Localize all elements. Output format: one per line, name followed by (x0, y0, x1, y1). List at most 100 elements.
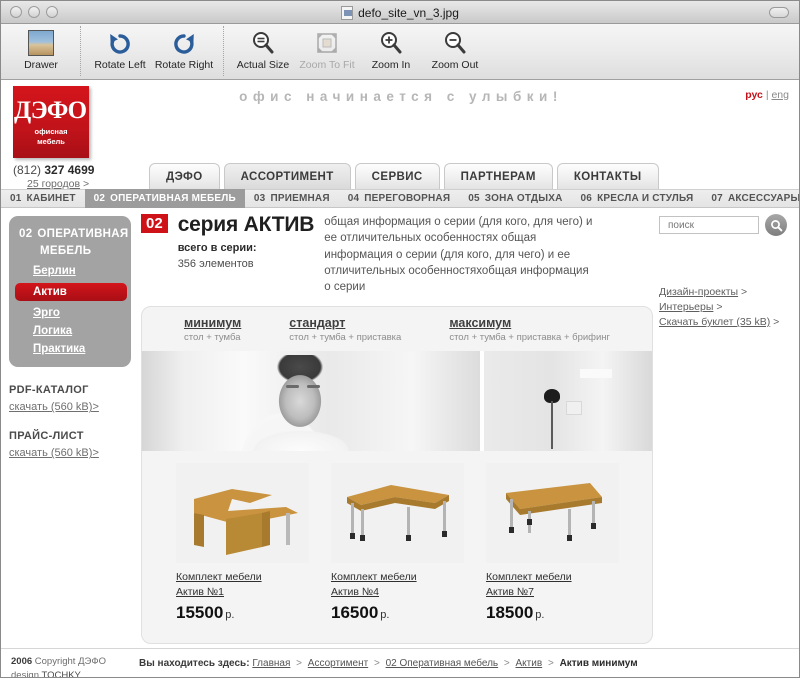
series-title-block: серия АКТИВ всего в серии: 356 элементов (178, 214, 315, 273)
subnav-item-04[interactable]: 04 ПЕРЕГОВОРНАЯ (339, 189, 460, 208)
logo-tagline-line1: офисная (34, 127, 68, 137)
right-link-design-projects[interactable]: Дизайн-проекты > (659, 286, 793, 298)
breadcrumb-sep-3: > (503, 658, 510, 669)
subnav-label-01: КАБИНЕТ (26, 193, 76, 204)
subnav-item-03[interactable]: 03 ПРИЕМНАЯ (245, 189, 339, 208)
subnav-num-01: 01 (10, 193, 22, 204)
subnav-item-06[interactable]: 06 КРЕСЛА И СТУЛЬЯ (572, 189, 703, 208)
logo-wordmark: ДЭФО (13, 97, 87, 125)
banner-wall-panel-2 (566, 400, 582, 415)
lang-en[interactable]: eng (771, 89, 789, 101)
main-nav-tabs: ДЭФО АССОРТИМЕНТ СЕРВИС ПАРТНЕРАМ КОНТАК… (149, 163, 659, 189)
magnifier-icon (770, 219, 782, 231)
search-bar (659, 214, 793, 236)
product-name[interactable]: Комплект мебели Актив №4 (331, 570, 464, 600)
product-card[interactable]: Комплект мебели Актив №7 18500 р. (486, 462, 619, 623)
site-logo[interactable]: ДЭФО офисная мебель (13, 86, 89, 158)
product-name[interactable]: Комплект мебели Актив №7 (486, 570, 619, 600)
panel-tab-minimum[interactable]: минимум стол + тумба (184, 316, 241, 343)
right-link-download-booklet[interactable]: Скачать буклет (35 kB) > (659, 316, 793, 328)
panel-tab-maximum[interactable]: максимум стол + тумба + приставка + бриф… (449, 316, 610, 343)
toolbar-toggle-button[interactable] (769, 7, 789, 18)
toolbar-button-zoom-to-fit[interactable]: Zoom To Fit (295, 24, 359, 78)
breadcrumb-item-home[interactable]: Главная (252, 658, 290, 669)
pdf-catalog-arrow: > (92, 401, 99, 414)
window-controls (10, 6, 58, 18)
toolbar-label-rotate-right: Rotate Right (154, 59, 214, 71)
price-list-download-link[interactable]: скачать (560 kB)> (9, 447, 131, 459)
sidebar-item-berlin[interactable]: Берлин (19, 265, 121, 277)
banner-photo-right (484, 350, 652, 451)
subnav-item-01[interactable]: 01 КАБИНЕТ (1, 189, 85, 208)
lang-ru[interactable]: рус (745, 89, 763, 101)
nav-tab-defo[interactable]: ДЭФО (149, 163, 220, 189)
minimize-button[interactable] (28, 6, 40, 18)
search-input[interactable] (659, 216, 759, 234)
nav-tab-service[interactable]: СЕРВИС (354, 163, 440, 189)
search-button[interactable] (765, 214, 787, 236)
main-navigation: ДЭФО АССОРТИМЕНТ СЕРВИС ПАРТНЕРАМ КОНТАК… (1, 163, 799, 189)
series-panel: минимум стол + тумба стандарт стол + тум… (141, 305, 653, 644)
sidebar: 02 ОПЕРАТИВНАЯ МЕБЕЛЬ Берлин Актив Эрго Л… (9, 216, 131, 459)
nav-tab-contacts[interactable]: КОНТАКТЫ (556, 163, 659, 189)
subnav-num-03: 03 (253, 193, 266, 204)
close-button[interactable] (10, 6, 22, 18)
sidebar-item-ergo[interactable]: Эрго (19, 307, 121, 319)
breadcrumb-item-aktiv[interactable]: Актив (516, 658, 543, 669)
design-studio-link[interactable]: TOCHKY (41, 670, 80, 677)
toolbar-button-zoom-in[interactable]: Zoom In (359, 24, 423, 78)
page-body: 02 ОПЕРАТИВНАЯ МЕБЕЛЬ Берлин Актив Эрго Л… (1, 208, 799, 648)
rotate-left-icon (107, 28, 133, 58)
product-name[interactable]: Комплект мебели Актив №1 (176, 570, 309, 600)
series-header: 02 серия АКТИВ всего в серии: 356 элемен… (141, 214, 653, 296)
breadcrumb: Вы находитесь здесь: Главная > Ассортиме… (139, 658, 638, 669)
sidebar-item-praktika[interactable]: Практика (19, 343, 121, 355)
series-meta-label: всего в серии: (177, 242, 257, 254)
site-footer: 2006 Copyright ДЭФО design TOCHKY Вы нах… (1, 648, 799, 677)
series-meta: всего в серии: 356 элементов (178, 241, 315, 273)
right-link-interiors[interactable]: Интерьеры > (659, 301, 793, 313)
webpage-canvas: ДЭФО офисная мебель (812) 327 4699 25 го… (1, 81, 799, 677)
price-list-link-label: скачать (560 kB) (9, 447, 93, 460)
right-link-design-projects-label: Дизайн-проекты (659, 286, 739, 298)
magnifier-equals-icon (250, 28, 276, 58)
sub-navigation: 01 КАБИНЕТ 02 ОПЕРАТИВНАЯ МЕБЕЛЬ 03 ПРИЕ… (1, 189, 799, 208)
product-price-currency: р. (380, 609, 390, 622)
window-titlebar: defo_site_vn_3.jpg (1, 1, 799, 24)
subnav-label-05: ЗОНА ОТДЫХА (484, 193, 563, 204)
lang-separator: | (765, 89, 769, 101)
nav-tab-partners[interactable]: ПАРТНЕРАМ (443, 163, 553, 189)
category-line1: ОПЕРАТИВНАЯ (37, 228, 129, 240)
sidebar-item-logika[interactable]: Логика (19, 325, 121, 337)
banner-photo-left (142, 350, 480, 451)
banner-photo (142, 350, 652, 451)
toolbar-divider-2 (223, 26, 224, 76)
breadcrumb-item-assortment[interactable]: Ассортимент (308, 658, 368, 669)
subnav-item-07[interactable]: 07 АКСЕССУАРЫ (702, 189, 799, 208)
product-price-amount: 18500 (486, 603, 534, 623)
toolbar-button-actual-size[interactable]: Actual Size (231, 24, 295, 78)
magnifier-minus-icon (442, 28, 468, 58)
product-image-aktiv-7 (486, 462, 619, 563)
breadcrumb-item-operative-furniture[interactable]: 02 Оперативная мебель (386, 658, 499, 669)
category-line2: МЕБЕЛЬ (40, 244, 92, 257)
toolbar-button-zoom-out[interactable]: Zoom Out (423, 24, 487, 78)
zoom-button[interactable] (46, 6, 58, 18)
panel-tab-standard[interactable]: стандарт стол + тумба + приставка (289, 316, 401, 343)
nav-tab-assortment[interactable]: АССОРТИМЕНТ (223, 163, 351, 189)
language-switcher[interactable]: рус | eng (745, 89, 789, 101)
toolbar-button-drawer[interactable]: Drawer (9, 24, 73, 78)
subnav-item-02[interactable]: 02 ОПЕРАТИВНАЯ МЕБЕЛЬ (84, 189, 245, 208)
category-num: 02 (19, 228, 33, 240)
product-card[interactable]: Комплект мебели Актив №4 16500 р. (331, 462, 464, 623)
breadcrumb-lead: Вы находитесь здесь: (139, 658, 250, 669)
product-card[interactable]: Комплект мебели Актив №1 15500 р. (176, 462, 309, 623)
right-link-download-booklet-label: Скачать буклет (35 kB) (659, 316, 771, 328)
subnav-item-05[interactable]: 05 ЗОНА ОТДЫХА (459, 189, 571, 208)
toolbar-button-rotate-right[interactable]: Rotate Right (152, 24, 216, 78)
subnav-num-07: 07 (711, 193, 723, 204)
toolbar-button-rotate-left[interactable]: Rotate Left (88, 24, 152, 78)
pdf-catalog-download-link[interactable]: скачать (560 kB)> (9, 401, 131, 413)
sidebar-item-aktiv[interactable]: Актив (15, 283, 127, 302)
product-name-line2: Актив №7 (486, 585, 534, 598)
